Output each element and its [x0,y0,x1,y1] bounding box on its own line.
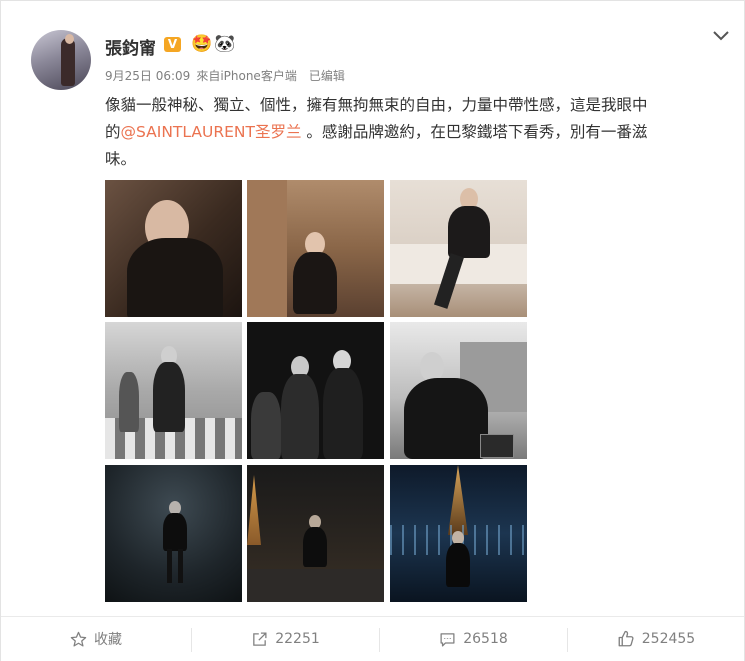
weibo-post-card: 張鈞甯 V 🤩 🐼 9月25日 06:09 來自iPhone客户端 已编辑 像貓一般… [0,0,745,661]
repost-button[interactable]: 22251 [192,617,379,661]
photo-9[interactable] [390,465,527,602]
photo-4[interactable] [105,322,242,459]
panda-emoji-icon: 🐼 [214,34,236,54]
photo-7[interactable] [105,465,242,602]
like-count: 252455 [641,631,696,647]
star-icon [70,631,87,647]
verified-badge-icon[interactable]: V [164,37,181,52]
favorite-label: 收藏 [94,632,122,648]
post-text: 像貓一般神秘、獨立、個性，擁有無拘無束的自由，力量中帶性感，這是我眼中 的@SA… [105,92,725,173]
chevron-down-icon[interactable] [711,28,731,44]
photo-3[interactable] [390,180,527,317]
action-bar: 收藏 22251 26518 252455 [1,616,744,661]
avatar-figure [61,38,75,86]
post-text-line-1: 像貓一般神秘、獨立、個性，擁有無拘無束的自由，力量中帶性感，這是我眼中 [105,96,648,114]
edited-tag[interactable]: 已编辑 [309,69,345,83]
avatar[interactable] [31,30,91,90]
thumbs-up-icon [618,630,634,647]
like-button[interactable]: 252455 [568,617,744,661]
post-source: 來自iPhone客户端 [196,69,297,83]
post-text-suffix: 。感謝品牌邀約，在巴黎鐵塔下看秀，別有一番滋 [301,123,648,141]
photo-grid [105,180,527,602]
post-meta: 9月25日 06:09 來自iPhone客户端 已编辑 [105,67,351,84]
author-name[interactable]: 張鈞甯 [105,34,156,59]
photo-6[interactable] [390,322,527,459]
photo-2[interactable] [247,180,384,317]
post-time[interactable]: 9月25日 06:09 [105,69,190,83]
post-text-line-3: 味。 [105,150,137,168]
photo-5[interactable] [247,322,384,459]
mention-link[interactable]: @SAINTLAURENT圣罗兰 [121,123,302,141]
comment-icon [440,632,455,647]
share-icon [253,631,267,646]
favorite-button[interactable]: 收藏 [1,617,191,661]
post-text-prefix: 的 [105,123,121,141]
repost-count: 22251 [275,631,320,647]
star-eyes-emoji-icon: 🤩 [191,34,213,54]
avatar-face [65,34,74,44]
photo-8[interactable] [247,465,384,602]
comment-count: 26518 [463,631,508,647]
comment-button[interactable]: 26518 [380,617,567,661]
post-text-line-2: 的@SAINTLAURENT圣罗兰 。感謝品牌邀約，在巴黎鐵塔下看秀，別有一番滋 [105,119,725,146]
photo-1[interactable] [105,180,242,317]
